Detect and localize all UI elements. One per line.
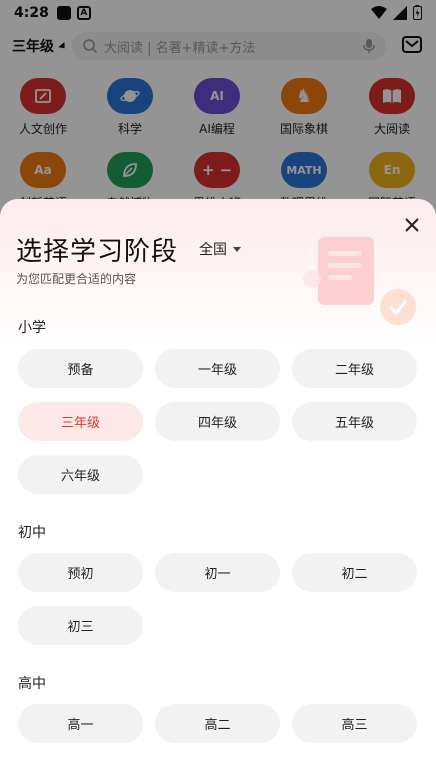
stage-chip[interactable]: 初三 [18,606,143,645]
sheet-subtitle: 为您匹配更合适的内容 [16,272,137,286]
document-illustration-icon [303,237,416,325]
stage-chip-selected[interactable]: 三年级 [18,402,143,441]
stage-chip[interactable]: 高一 [18,704,143,743]
close-icon[interactable] [402,215,422,235]
stage-chip[interactable]: 预备 [18,349,143,388]
stage-chip[interactable]: 六年级 [18,455,143,494]
section-title-primary: 小学 [18,320,46,336]
stage-chip[interactable]: 五年级 [292,402,417,441]
region-label: 全国 [199,242,227,258]
sheet-title: 选择学习阶段 [16,237,179,267]
stage-chip[interactable]: 二年级 [292,349,417,388]
stage-chip[interactable]: 预初 [18,553,143,592]
section-title-junior: 初中 [18,525,46,541]
stage-chip[interactable]: 一年级 [155,349,280,388]
section-title-senior: 高中 [18,676,46,692]
stage-chip[interactable]: 初二 [292,553,417,592]
stage-chip[interactable]: 高三 [292,704,417,743]
stage-chip[interactable]: 四年级 [155,402,280,441]
caret-down-icon [233,246,241,252]
stage-chip[interactable]: 初一 [155,553,280,592]
stage-chip[interactable]: 高二 [155,704,280,743]
region-selector[interactable]: 全国 [199,239,241,259]
stage-selector-sheet: 选择学习阶段 全国 为您匹配更合适的内容 小学 预备 一年级 二年级 三年级 四… [0,199,436,776]
